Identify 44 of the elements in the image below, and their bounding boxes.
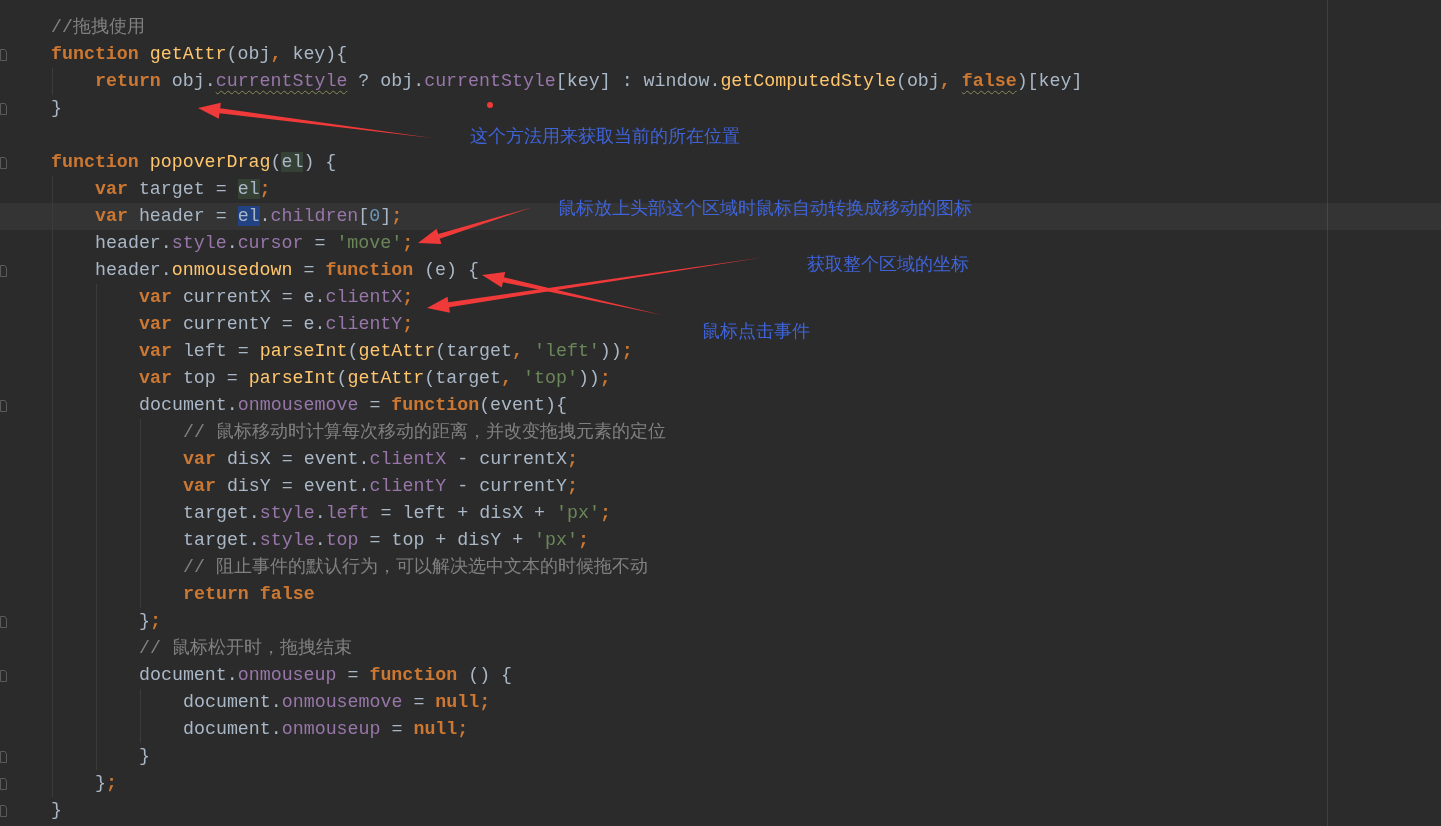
code-line: return false (183, 583, 315, 606)
code-line: document.onmouseup = null; (183, 718, 469, 741)
code-line: header.style.cursor = 'move'; (95, 232, 414, 255)
code-line: } (51, 799, 62, 822)
code-line: function popoverDrag(el) { (51, 151, 337, 174)
annotation-text: 鼠标放上头部这个区域时鼠标自动转换成移动的图标 (558, 197, 972, 219)
fold-icon[interactable] (0, 399, 7, 412)
code-line: header.onmousedown = function (e) { (95, 259, 479, 282)
code-line: // 鼠标松开时，拖拽结束 (139, 637, 352, 660)
code-line: target.style.left = left + disX + 'px'; (183, 502, 611, 525)
code-line: }; (95, 772, 117, 795)
code-line: //拖拽使用 (51, 16, 145, 39)
code-line: // 鼠标移动时计算每次移动的距离，并改变拖拽元素的定位 (183, 421, 666, 444)
fold-icon[interactable] (0, 669, 7, 682)
code-line: // 阻止事件的默认行为，可以解决选中文本的时候拖不动 (183, 556, 648, 579)
fold-icon[interactable] (0, 48, 7, 61)
code-line: var currentY = e.clientY; (139, 313, 414, 336)
fold-icon[interactable] (0, 264, 7, 277)
code-line: } (51, 97, 62, 120)
code-line: } (139, 745, 150, 768)
annotation-text: 鼠标点击事件 (702, 320, 810, 342)
code-line: target.style.top = top + disY + 'px'; (183, 529, 589, 552)
annotation-text: 获取整个区域的坐标 (807, 253, 969, 275)
fold-icon[interactable] (0, 804, 7, 817)
fold-icon[interactable] (0, 615, 7, 628)
dot-mark (487, 102, 493, 108)
code-line: document.onmousemove = null; (183, 691, 491, 714)
code-line: document.onmouseup = function () { (139, 664, 513, 687)
code-line: var top = parseInt(getAttr(target, 'top')); (139, 367, 611, 390)
code-line: var disX = event.clientX - currentX; (183, 448, 578, 471)
code-line: var header = el.children[0]; (95, 205, 403, 228)
fold-icon[interactable] (0, 777, 7, 790)
fold-icon[interactable] (0, 102, 7, 115)
code-line: var target = el; (95, 178, 271, 201)
code-line: var left = parseInt(getAttr(target, 'left')); (139, 340, 633, 363)
annotation-text: 这个方法用来获取当前的所在位置 (470, 125, 740, 147)
code-line: function getAttr(obj, key){ (51, 43, 348, 66)
code-line: var disY = event.clientY - currentY; (183, 475, 578, 498)
code-line: }; (139, 610, 161, 633)
fold-icon[interactable] (0, 750, 7, 763)
code-line: document.onmousemove = function(event){ (139, 394, 567, 417)
code-line: var currentX = e.clientX; (139, 286, 414, 309)
code-line: return obj.currentStyle ? obj.currentStyle[key] : window.getComputedStyle(obj, false)[key] (95, 70, 1083, 93)
fold-icon[interactable] (0, 156, 7, 169)
